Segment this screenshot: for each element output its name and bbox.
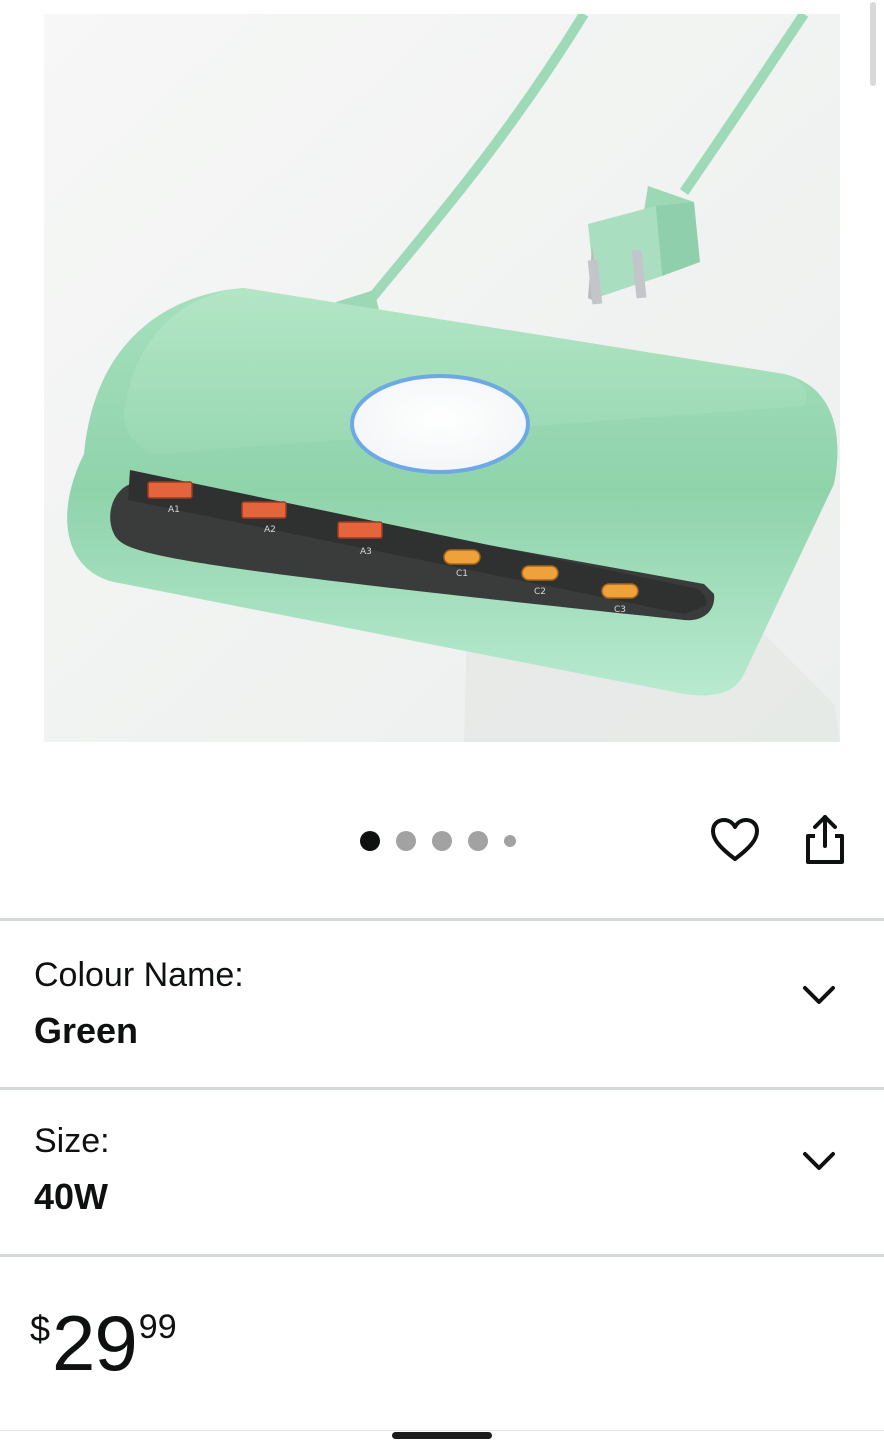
chevron-down-icon bbox=[803, 986, 835, 1004]
add-to-wishlist-button[interactable] bbox=[709, 815, 761, 867]
product-image-drawing: A1 A2 A3 C1 C2 C3 bbox=[44, 14, 840, 742]
port-label: C2 bbox=[534, 587, 546, 597]
home-indicator[interactable] bbox=[392, 1432, 492, 1439]
divider bbox=[0, 1087, 884, 1090]
price-fraction: 99 bbox=[138, 1308, 177, 1346]
colour-selector[interactable]: Colour Name: Green bbox=[0, 924, 884, 1086]
share-icon bbox=[806, 815, 844, 864]
port-label: A1 bbox=[168, 505, 180, 515]
share-button[interactable] bbox=[800, 812, 850, 868]
colour-value: Green bbox=[34, 1010, 139, 1051]
divider bbox=[0, 1254, 884, 1257]
price: $ 29 99 bbox=[30, 1298, 177, 1388]
divider bbox=[0, 918, 884, 921]
image-carousel-dots bbox=[360, 831, 532, 851]
price-whole: 29 bbox=[52, 1299, 138, 1387]
heart-icon bbox=[711, 818, 759, 861]
port-label: A3 bbox=[360, 547, 372, 557]
carousel-dot[interactable] bbox=[360, 831, 380, 851]
colour-label: Colour Name: bbox=[34, 956, 244, 994]
chevron-down-icon bbox=[803, 1152, 835, 1170]
product-image[interactable]: A1 A2 A3 C1 C2 C3 bbox=[44, 14, 840, 742]
port-label: C3 bbox=[614, 605, 626, 615]
port-label: C1 bbox=[456, 569, 468, 579]
carousel-dot[interactable] bbox=[432, 831, 452, 851]
carousel-dot[interactable] bbox=[468, 831, 488, 851]
product-page: A1 A2 A3 C1 C2 C3 Colour Name: Green Siz… bbox=[0, 0, 884, 1440]
carousel-dot[interactable] bbox=[396, 831, 416, 851]
size-label: Size: bbox=[34, 1122, 110, 1160]
size-selector[interactable]: Size: 40W bbox=[0, 1092, 884, 1254]
carousel-dot[interactable] bbox=[504, 835, 516, 847]
size-value: 40W bbox=[34, 1176, 109, 1217]
port-label: A2 bbox=[264, 525, 276, 535]
scrollbar[interactable] bbox=[870, 2, 876, 86]
price-currency-symbol: $ bbox=[30, 1308, 51, 1349]
